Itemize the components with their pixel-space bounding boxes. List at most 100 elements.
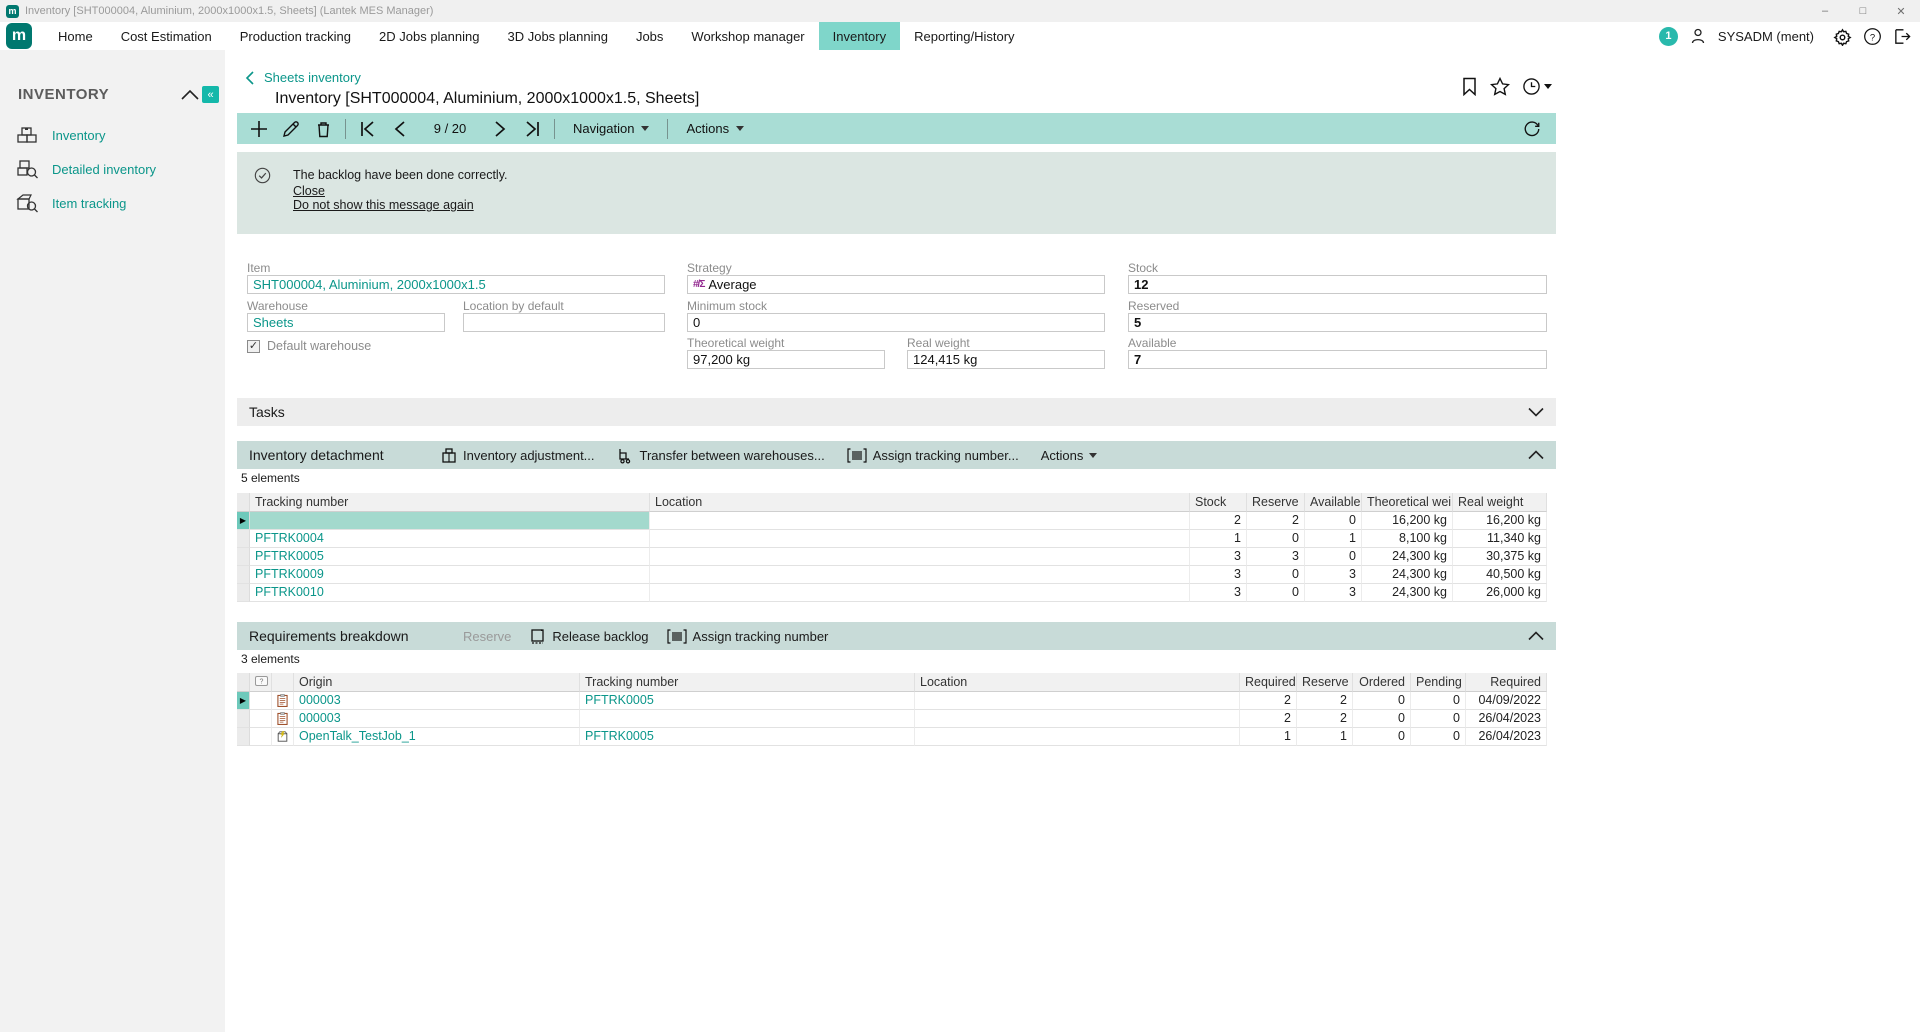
cell-tracking-number[interactable] xyxy=(580,710,915,728)
column-header[interactable]: Theoretical wei xyxy=(1362,493,1453,512)
cell-reserve[interactable]: 0 xyxy=(1247,566,1305,584)
column-header[interactable]: Ordered xyxy=(1353,673,1411,692)
tasks-section-header[interactable]: Tasks xyxy=(237,398,1556,426)
minimum-stock-field[interactable]: 0 xyxy=(687,313,1105,332)
cell-pending[interactable]: 0 xyxy=(1411,710,1466,728)
cell-tracking-number[interactable]: PFTRK0005 xyxy=(580,692,915,710)
menu-item-inventory[interactable]: Inventory xyxy=(819,22,900,50)
cell-tracking-number[interactable]: PFTRK0009 xyxy=(250,566,650,584)
brand-logo[interactable]: m xyxy=(6,23,32,49)
history-clock-icon[interactable] xyxy=(1522,77,1552,96)
cell-stock[interactable]: 1 xyxy=(1190,530,1247,548)
cell-tracking-number[interactable]: PFTRK0010 xyxy=(250,584,650,602)
cell-required[interactable]: 2 xyxy=(1240,710,1297,728)
last-record-button[interactable] xyxy=(518,117,546,141)
cell-available[interactable]: 3 xyxy=(1305,584,1362,602)
cell-stock[interactable]: 3 xyxy=(1190,584,1247,602)
cell-real-weight[interactable]: 40,500 kg xyxy=(1453,566,1547,584)
cell-location[interactable] xyxy=(915,728,1240,746)
column-header[interactable]: Reserve xyxy=(1297,673,1353,692)
real-weight-field[interactable]: 124,415 kg xyxy=(907,350,1105,369)
cell-origin[interactable]: 000003 xyxy=(294,692,580,710)
message-dont-show-link[interactable]: Do not show this message again xyxy=(293,198,474,212)
theoretical-weight-field[interactable]: 97,200 kg xyxy=(687,350,885,369)
warehouse-field[interactable]: Sheets xyxy=(247,313,445,332)
maximize-icon[interactable]: □ xyxy=(1844,0,1882,22)
cell-ordered[interactable]: 0 xyxy=(1353,710,1411,728)
cell-real-weight[interactable]: 11,340 kg xyxy=(1453,530,1547,548)
cell-location[interactable] xyxy=(650,530,1190,548)
cell-location[interactable] xyxy=(915,710,1240,728)
column-header[interactable]: Origin xyxy=(294,673,580,692)
cell-reserve[interactable]: 2 xyxy=(1297,692,1353,710)
cell-theoretical-weight[interactable]: 24,300 kg xyxy=(1362,548,1453,566)
cell-available[interactable]: 3 xyxy=(1305,566,1362,584)
cell-tracking-number[interactable]: PFTRK0004 xyxy=(250,530,650,548)
user-icon[interactable] xyxy=(1688,26,1708,46)
cell-origin[interactable]: 000003 xyxy=(294,710,580,728)
username-label[interactable]: SYSADM (ment) xyxy=(1718,29,1814,44)
menu-item-2d-jobs-planning[interactable]: 2D Jobs planning xyxy=(365,22,493,50)
cell-required[interactable]: 2 xyxy=(1240,692,1297,710)
close-icon[interactable]: ✕ xyxy=(1882,0,1920,22)
cell-required[interactable]: 1 xyxy=(1240,728,1297,746)
collapse-chevron-up-icon[interactable] xyxy=(1528,450,1544,460)
cell-required-date[interactable]: 04/09/2022 xyxy=(1466,692,1547,710)
delete-trash-button[interactable] xyxy=(309,117,337,141)
previous-record-button[interactable] xyxy=(386,117,414,141)
next-record-button[interactable] xyxy=(486,117,514,141)
sidebar-item-inventory[interactable]: Inventory xyxy=(0,118,225,152)
cell-reserve[interactable]: 2 xyxy=(1297,710,1353,728)
breadcrumb[interactable]: Sheets inventory xyxy=(264,70,361,85)
cell-tracking-number[interactable]: PFTRK0005 xyxy=(580,728,915,746)
cell-location[interactable] xyxy=(650,584,1190,602)
item-field[interactable]: SHT000004, Aluminium, 2000x1000x1.5 xyxy=(247,275,665,294)
column-header[interactable]: Required xyxy=(1466,673,1547,692)
sidebar-item-item-tracking[interactable]: Item tracking xyxy=(0,186,225,220)
cell-location[interactable] xyxy=(650,512,1190,530)
help-icon[interactable]: ? xyxy=(1862,26,1882,46)
column-header[interactable]: Location xyxy=(650,493,1190,512)
expand-chevron-down-icon[interactable] xyxy=(1528,407,1544,417)
cell-reserve[interactable]: 3 xyxy=(1247,548,1305,566)
reserved-field[interactable]: 5 xyxy=(1128,313,1547,332)
first-record-button[interactable] xyxy=(354,117,382,141)
inventory-adjustment-button[interactable]: Inventory adjustment... xyxy=(441,447,595,464)
favorite-star-icon[interactable] xyxy=(1490,77,1510,96)
column-header[interactable]: Tracking number xyxy=(250,493,650,512)
navigation-dropdown[interactable]: Navigation xyxy=(563,117,659,141)
assign-tracking-number-button[interactable]: Assign tracking number... xyxy=(847,448,1019,463)
column-header[interactable]: Stock xyxy=(1190,493,1247,512)
cell-available[interactable]: 0 xyxy=(1305,512,1362,530)
cell-real-weight[interactable]: 26,000 kg xyxy=(1453,584,1547,602)
cell-required-date[interactable]: 26/04/2023 xyxy=(1466,710,1547,728)
menu-item-reporting-history[interactable]: Reporting/History xyxy=(900,22,1028,50)
strategy-field[interactable]: #/Σ Average xyxy=(687,275,1105,294)
cell-real-weight[interactable]: 16,200 kg xyxy=(1453,512,1547,530)
location-by-default-field[interactable] xyxy=(463,313,665,332)
cell-theoretical-weight[interactable]: 24,300 kg xyxy=(1362,584,1453,602)
menu-item-jobs[interactable]: Jobs xyxy=(622,22,677,50)
sidebar-minimize-button[interactable]: « xyxy=(202,86,219,103)
column-header[interactable]: Available xyxy=(1305,493,1362,512)
release-backlog-button[interactable]: Release backlog xyxy=(529,628,648,645)
edit-pencil-button[interactable] xyxy=(277,117,305,141)
column-header[interactable]: Location xyxy=(915,673,1240,692)
cell-stock[interactable]: 2 xyxy=(1190,512,1247,530)
actions-dropdown[interactable]: Actions xyxy=(676,117,754,141)
available-field[interactable]: 7 xyxy=(1128,350,1547,369)
assign-tracking-number-button[interactable]: Assign tracking number xyxy=(667,629,829,644)
cell-required-date[interactable]: 26/04/2023 xyxy=(1466,728,1547,746)
cell-available[interactable]: 0 xyxy=(1305,548,1362,566)
menu-item-home[interactable]: Home xyxy=(44,22,107,50)
minimize-icon[interactable]: – xyxy=(1806,0,1844,22)
cell-location[interactable] xyxy=(915,692,1240,710)
sidebar-item-detailed-inventory[interactable]: Detailed inventory xyxy=(0,152,225,186)
collapse-chevron-up-icon[interactable] xyxy=(1528,631,1544,641)
column-header[interactable]: Real weight xyxy=(1453,493,1547,512)
menu-item-workshop-manager[interactable]: Workshop manager xyxy=(677,22,818,50)
notification-badge[interactable]: 1 xyxy=(1659,27,1678,46)
refresh-icon[interactable] xyxy=(1518,117,1546,141)
sidebar-collapse-chevron-icon[interactable] xyxy=(180,89,200,101)
cell-theoretical-weight[interactable]: 8,100 kg xyxy=(1362,530,1453,548)
